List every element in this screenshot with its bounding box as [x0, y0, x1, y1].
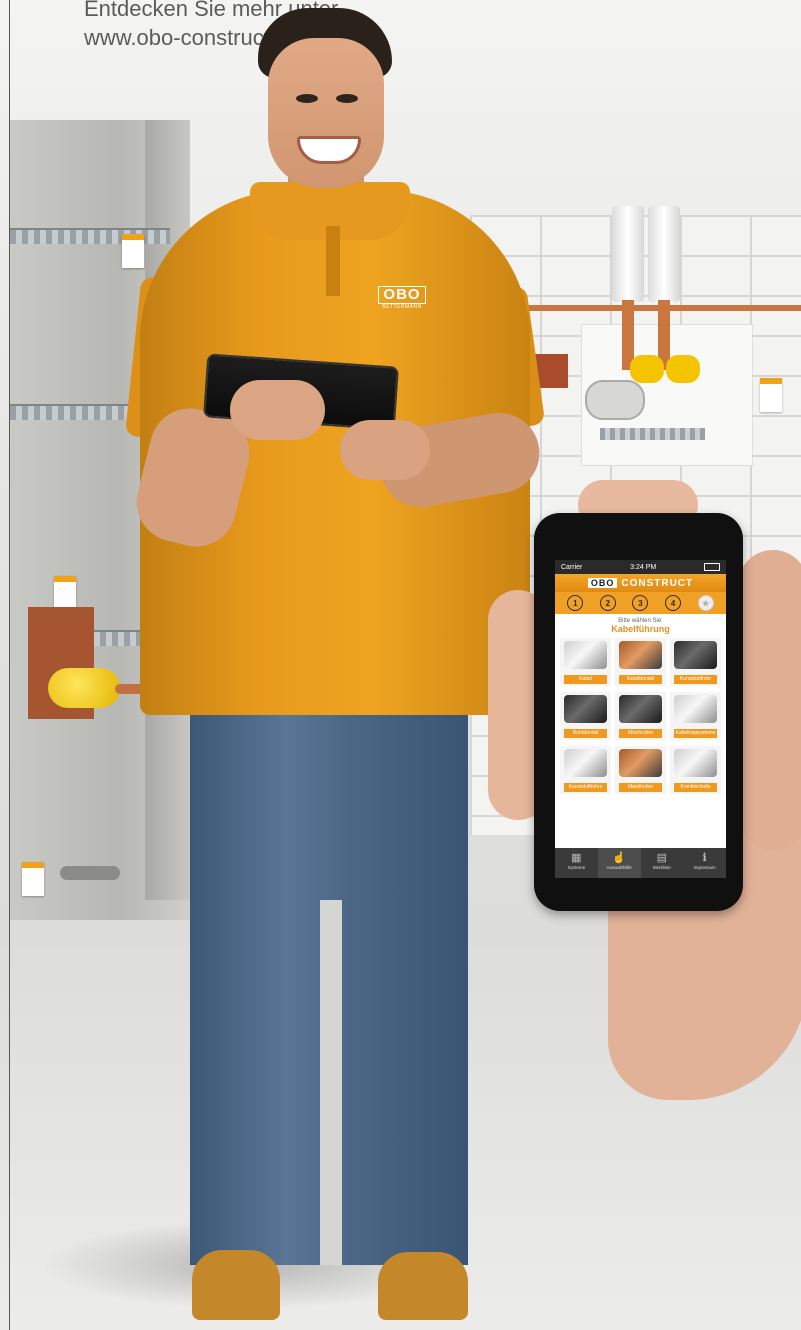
battery-icon: [704, 563, 720, 571]
category-image: [564, 749, 607, 777]
step-1-button[interactable]: 1: [567, 595, 584, 611]
step-indicator: 1 2 3 4 ★: [555, 592, 726, 614]
app-logo: OBO: [587, 578, 618, 588]
shirt-placket: [326, 226, 340, 296]
category-tile-kunststoffrohr[interactable]: Kunststoffrohr: [670, 638, 721, 686]
category-grid: Kabel Kabelbündel Kunststoffrohr Rohrbün…: [555, 638, 726, 794]
hand-right: [340, 420, 430, 480]
carrier-label: Carrier: [561, 563, 583, 571]
category-tile-kombischotts[interactable]: Kombischotts: [670, 746, 721, 794]
category-label: Kabeltragsysteme: [674, 729, 717, 738]
favorite-step-button[interactable]: ★: [697, 595, 714, 611]
category-image: [674, 749, 717, 777]
obo-logo-mark: OBO: [378, 286, 426, 304]
step-3-button[interactable]: 3: [632, 595, 649, 611]
section-title: Kabelführung: [611, 624, 670, 634]
category-label: Kabelbündel: [619, 675, 662, 684]
shoe-right: [378, 1252, 468, 1320]
category-image: [619, 749, 662, 777]
tab-bar: ▦ Systeme ☝ Auswahlhilfe ▤ Merkliste ℹ I…: [555, 848, 726, 878]
hand-left: [230, 380, 325, 440]
shoe-left: [192, 1250, 280, 1320]
category-tile-metallrohre[interactable]: Metallrohre: [615, 746, 666, 794]
category-label: Rohrbündel: [564, 729, 607, 738]
category-image: [674, 695, 717, 723]
category-tile-mischrohre[interactable]: Mischrohre: [615, 692, 666, 740]
tab-systeme[interactable]: ▦ Systeme: [555, 848, 598, 878]
category-image: [619, 641, 662, 669]
grid-icon: ▦: [571, 852, 582, 864]
tab-auswahlhilfe[interactable]: ☝ Auswahlhilfe: [597, 848, 641, 878]
category-label: Mischrohre: [619, 729, 662, 738]
status-bar: Carrier 3:24 PM: [555, 560, 726, 574]
category-tile-kabeltragsysteme[interactable]: Kabeltragsysteme: [670, 692, 721, 740]
tab-label: Auswahlhilfe: [606, 865, 632, 870]
obo-logo-sub: BETTERMANN: [382, 304, 422, 310]
category-image: [674, 641, 717, 669]
category-image: [564, 695, 607, 723]
category-image: [564, 641, 607, 669]
category-image: [619, 695, 662, 723]
eye-left: [296, 94, 318, 103]
eye-right: [336, 94, 358, 103]
tab-merkliste[interactable]: ▤ Merkliste: [641, 848, 684, 878]
step-2-button[interactable]: 2: [599, 595, 616, 611]
face: [268, 38, 384, 188]
category-label: Metallrohre: [619, 783, 662, 792]
tab-label: Systeme: [567, 865, 586, 870]
app-screen: Carrier 3:24 PM OBO CONSTRUCT 1 2 3 4 ★ …: [555, 560, 726, 878]
tab-label: Merkliste: [652, 865, 671, 870]
selection-prompt: Bitte wählen Sie:: [618, 618, 663, 624]
finger: [738, 550, 801, 850]
leg-gap: [320, 900, 342, 1265]
hand-pointer-icon: ☝: [612, 852, 626, 864]
category-label: Kunststoffrohre: [564, 783, 607, 792]
tab-impressum[interactable]: ℹ Impressum: [683, 848, 726, 878]
notepad-icon: ▤: [656, 852, 668, 864]
info-icon: ℹ: [702, 852, 707, 864]
clock: 3:24 PM: [630, 563, 657, 571]
step-4-button[interactable]: 4: [665, 595, 682, 611]
category-tile-rohrbuendel[interactable]: Rohrbündel: [560, 692, 611, 740]
category-label: Kunststoffrohr: [674, 675, 717, 684]
app-title: CONSTRUCT: [621, 577, 694, 589]
category-tile-kabel[interactable]: Kabel: [560, 638, 611, 686]
tab-label: Impressum: [693, 865, 716, 870]
obo-logo: OBO BETTERMANN: [378, 286, 426, 310]
category-label: Kombischotts: [674, 783, 717, 792]
category-label: Kabel: [564, 675, 607, 684]
app-header: OBO CONSTRUCT: [555, 574, 726, 592]
category-tile-kunststoffrohre[interactable]: Kunststoffrohre: [560, 746, 611, 794]
category-tile-kabelbuendel[interactable]: Kabelbündel: [615, 638, 666, 686]
